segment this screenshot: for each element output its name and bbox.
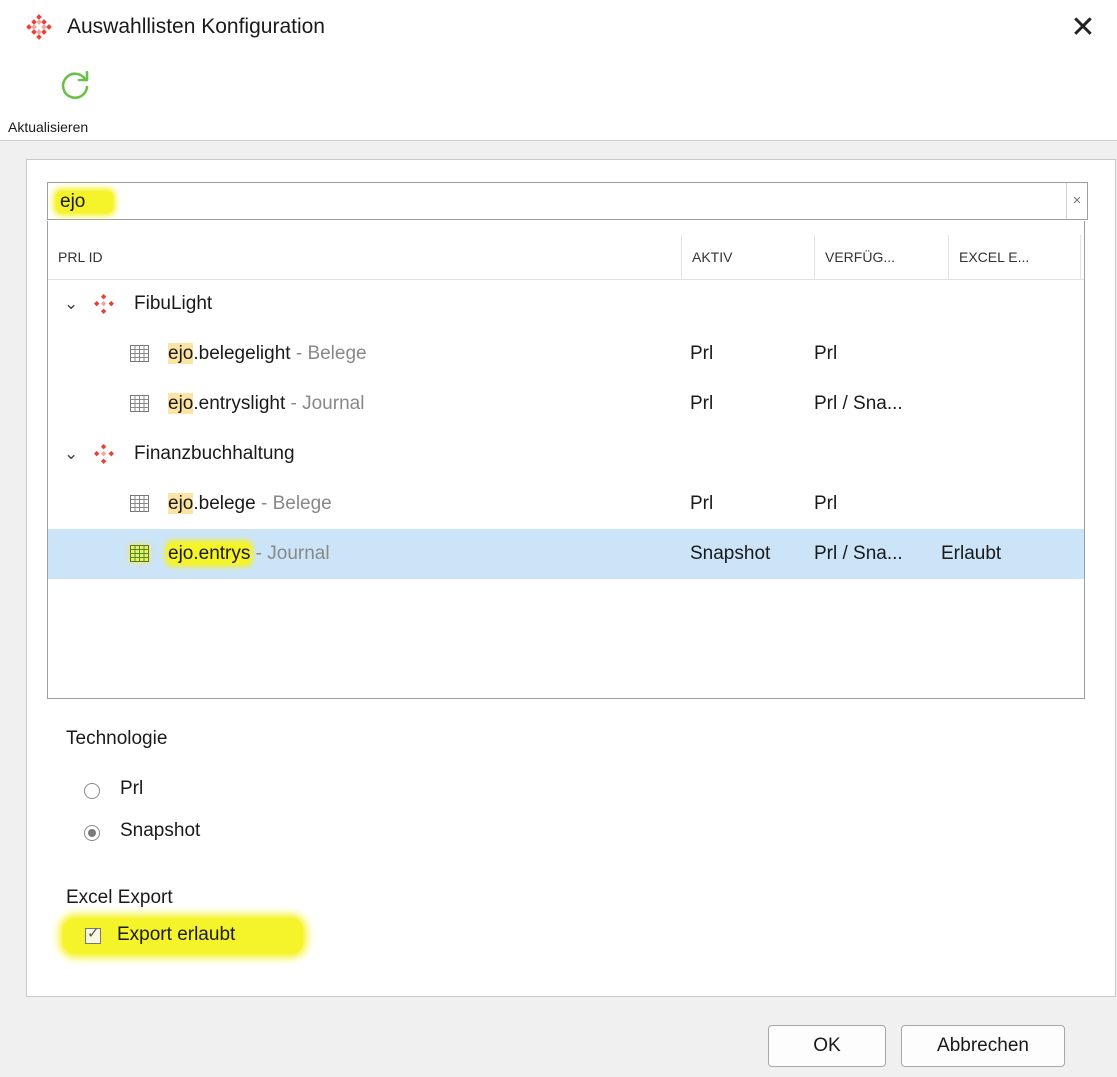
radio-snapshot[interactable] bbox=[84, 825, 100, 841]
toolbar: Aktualisieren bbox=[0, 56, 1117, 141]
group-label: Finanzbuchhaltung bbox=[134, 443, 295, 464]
export-allowed-label[interactable]: Export erlaubt bbox=[117, 924, 235, 946]
prl-id: ejo.entryslight - Journal bbox=[168, 393, 365, 414]
radio-prl-label[interactable]: Prl bbox=[120, 778, 143, 800]
tree-group-fibulight[interactable]: ⌄ FibuLight bbox=[48, 279, 1084, 329]
refresh-icon bbox=[61, 70, 89, 100]
prl-tree-table[interactable]: PRL ID AKTIV VERFÜG... EXCEL E... ⌄ Fibu… bbox=[47, 221, 1085, 699]
checkmark-icon: ✓ bbox=[87, 925, 100, 942]
close-icon: ✕ bbox=[1070, 11, 1096, 44]
chevron-down-icon[interactable]: ⌄ bbox=[64, 279, 78, 329]
refresh-button[interactable]: Aktualisieren bbox=[8, 62, 142, 136]
radio-snapshot-label[interactable]: Snapshot bbox=[120, 820, 200, 842]
table-icon bbox=[130, 395, 149, 412]
aktiv-value: Snapshot bbox=[690, 543, 771, 564]
table-icon bbox=[130, 545, 149, 562]
search-input[interactable]: ejo bbox=[56, 191, 114, 213]
table-row[interactable]: ejo.belege - Belege Prl Prl bbox=[48, 479, 1084, 529]
column-header-prl-id[interactable]: PRL ID bbox=[48, 235, 682, 279]
window-title: Auswahllisten Konfiguration bbox=[67, 15, 325, 38]
chevron-down-icon[interactable]: ⌄ bbox=[64, 429, 78, 479]
excel-value: Erlaubt bbox=[941, 543, 1002, 564]
table-row[interactable]: ejo.belegelight - Belege Prl Prl bbox=[48, 329, 1084, 379]
app-logo-icon bbox=[26, 14, 52, 40]
export-allowed-checkbox-row[interactable]: ✓ Export erlaubt bbox=[63, 918, 303, 954]
table-icon bbox=[130, 495, 149, 512]
prl-id: ejo.belege - Belege bbox=[168, 493, 332, 514]
radio-prl[interactable] bbox=[84, 783, 100, 799]
ok-button[interactable]: OK bbox=[768, 1025, 886, 1067]
prl-id: ejo.entrys - Journal bbox=[168, 543, 330, 564]
group-label: FibuLight bbox=[134, 293, 213, 314]
verfuegbar-value: Prl / Sna... bbox=[814, 393, 903, 414]
search-field[interactable]: ejo × bbox=[47, 182, 1088, 220]
verfuegbar-value: Prl bbox=[814, 493, 838, 514]
verfuegbar-value: Prl bbox=[814, 343, 838, 364]
module-logo-icon bbox=[94, 294, 114, 314]
clear-search-icon[interactable]: × bbox=[1066, 183, 1087, 219]
aktiv-value: Prl bbox=[690, 393, 714, 414]
config-panel: ejo × PRL ID AKTIV VERFÜG... EXCEL E... … bbox=[26, 159, 1116, 997]
tree-group-finanzbuchhaltung[interactable]: ⌄ Finanzbuchhaltung bbox=[48, 429, 1084, 479]
export-allowed-checkbox[interactable]: ✓ bbox=[85, 925, 101, 944]
prl-id: ejo.belegelight - Belege bbox=[168, 343, 367, 364]
table-row[interactable]: ejo.entryslight - Journal Prl Prl / Sna.… bbox=[48, 379, 1084, 429]
column-header-aktiv[interactable]: AKTIV bbox=[682, 235, 815, 279]
cancel-button[interactable]: Abbrechen bbox=[901, 1025, 1065, 1067]
aktiv-value: Prl bbox=[690, 493, 714, 514]
column-header-verfuegbar[interactable]: VERFÜG... bbox=[815, 235, 949, 279]
table-row-selected[interactable]: ejo.entrys - Journal Snapshot Prl / Sna.… bbox=[48, 529, 1084, 579]
table-icon bbox=[130, 345, 149, 362]
verfuegbar-value: Prl / Sna... bbox=[814, 543, 903, 564]
column-header-excel-export[interactable]: EXCEL E... bbox=[949, 235, 1081, 279]
technologie-label: Technologie bbox=[66, 728, 168, 749]
refresh-label: Aktualisieren bbox=[8, 119, 89, 135]
module-logo-icon bbox=[94, 444, 114, 464]
aktiv-value: Prl bbox=[690, 343, 714, 364]
table-header: PRL ID AKTIV VERFÜG... EXCEL E... bbox=[48, 235, 1084, 280]
excel-export-label: Excel Export bbox=[66, 887, 173, 908]
title-bar: Auswahllisten Konfiguration ✕ bbox=[0, 0, 1117, 56]
close-button[interactable]: ✕ bbox=[1063, 8, 1103, 48]
